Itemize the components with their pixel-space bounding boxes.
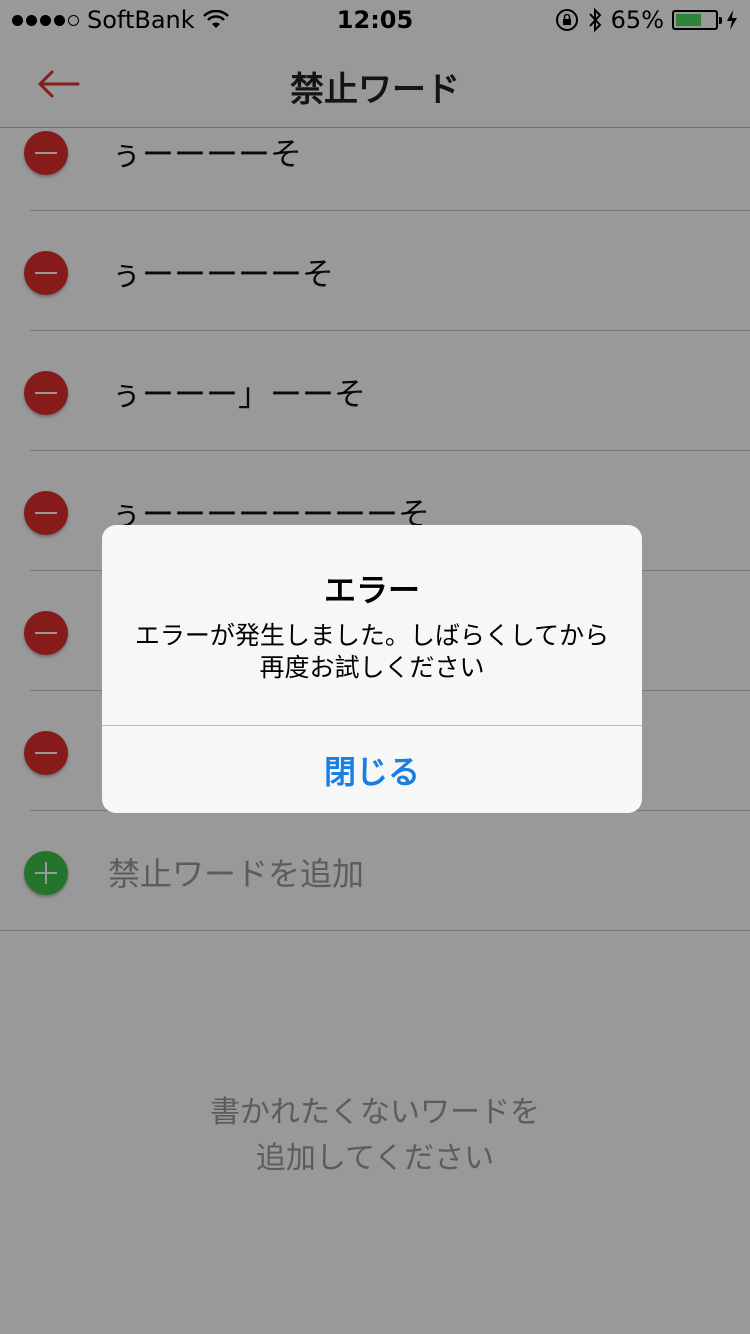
alert-title: エラー <box>323 571 420 609</box>
error-alert-dialog: エラー エラーが発生しました。しばらくしてから再度お試しください 閉じる <box>102 525 642 813</box>
close-button[interactable]: 閉じる <box>102 726 642 813</box>
screen: SoftBank 12:05 65% 禁止ワード ぅーーーーそ ぅーーーーーそ … <box>0 0 750 1334</box>
alert-message: エラーが発生しました。しばらくしてから再度お試しください <box>134 621 610 682</box>
